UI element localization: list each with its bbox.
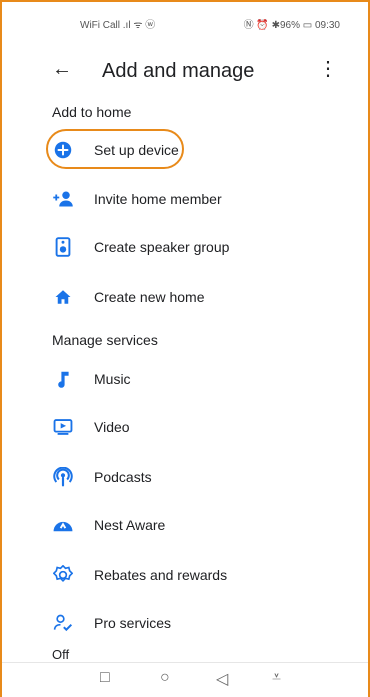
- music-note-icon: [52, 368, 74, 390]
- list-item-label: Rebates and rewards: [94, 567, 228, 583]
- list-item-podcasts[interactable]: Podcasts: [42, 457, 358, 497]
- list-item-label: Create new home: [94, 289, 205, 305]
- notification-pull-icon[interactable]: ⩡: [272, 669, 281, 687]
- list-item-label: Music: [94, 371, 131, 387]
- list-item-label: Video: [94, 419, 130, 435]
- list-item-nest-aware[interactable]: Nest Aware: [42, 505, 358, 545]
- section-partially-hidden: Off: [52, 647, 70, 662]
- page-title: Add and manage: [102, 60, 255, 82]
- video-play-icon: [52, 416, 74, 438]
- back-triangle-icon[interactable]: ◁: [216, 669, 228, 689]
- section-add-to-home: Add to home: [52, 104, 132, 120]
- home-circle-icon[interactable]: ○: [160, 669, 170, 687]
- recents-square-icon[interactable]: □: [100, 669, 110, 687]
- section-manage-services: Manage services: [52, 332, 158, 348]
- list-item-label: Create speaker group: [94, 239, 230, 255]
- speaker-icon: [52, 236, 74, 258]
- status-bar: WiFi Call .ıl ᯤ ⓦ Ⓝ ⏰ ✱96% ▭ 09:30: [2, 12, 368, 32]
- home-icon: [52, 286, 74, 308]
- screen: WiFi Call .ıl ᯤ ⓦ Ⓝ ⏰ ✱96% ▭ 09:30 ← Add…: [0, 0, 370, 697]
- app-bar: ← Add and manage ⋮: [2, 54, 368, 90]
- status-right: Ⓝ ⏰ ✱96% ▭ 09:30: [243, 20, 340, 31]
- list-item-label: Set up device: [94, 142, 179, 158]
- list-item-label: Invite home member: [94, 191, 222, 207]
- list-item-create-new-home[interactable]: Create new home: [42, 277, 358, 317]
- list-item-pro-services[interactable]: Pro services: [42, 603, 358, 643]
- list-item-create-speaker-group[interactable]: Create speaker group: [42, 227, 358, 267]
- list-item-set-up-device[interactable]: Set up device: [42, 130, 358, 170]
- list-item-label: Pro services: [94, 615, 172, 631]
- list-item-music[interactable]: Music: [42, 359, 358, 399]
- back-arrow-icon[interactable]: ←: [52, 58, 72, 81]
- list-item-label: Nest Aware: [94, 517, 166, 533]
- list-item-label: Podcasts: [94, 469, 152, 485]
- list-item-invite-home-member[interactable]: Invite home member: [42, 179, 358, 219]
- plus-circle-icon: [52, 139, 74, 161]
- rebates-badge-icon: [52, 564, 74, 586]
- pro-services-icon: [52, 612, 74, 634]
- person-add-icon: [52, 188, 74, 210]
- podcast-icon: [52, 466, 74, 488]
- list-item-rebates-and-rewards[interactable]: Rebates and rewards: [42, 555, 358, 595]
- status-left: WiFi Call .ıl ᯤ ⓦ: [80, 20, 156, 31]
- nest-aware-icon: [52, 514, 74, 536]
- more-options-icon[interactable]: ⋮: [318, 56, 338, 81]
- list-item-video[interactable]: Video: [42, 407, 358, 447]
- system-nav-bar: □ ○ ◁ ⩡: [2, 662, 368, 693]
